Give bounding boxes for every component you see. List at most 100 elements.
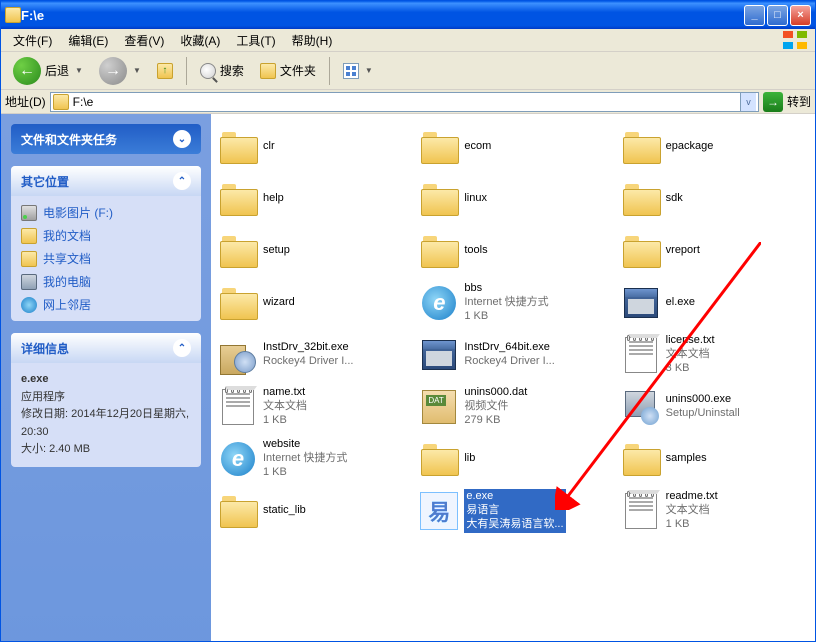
collapse-icon[interactable]: ⌃ [173,339,191,357]
link-network-label: 网上邻居 [43,296,91,313]
back-button[interactable]: ← 后退 ▼ [7,53,89,89]
up-folder-icon [157,63,173,79]
file-item[interactable]: unins000.dat视频文件279 KB [416,382,609,432]
file-item[interactable]: clr [215,122,408,172]
collapse-icon[interactable]: ⌄ [173,130,191,148]
file-label: vreport [666,244,700,258]
file-label: epackage [666,140,714,154]
file-item[interactable]: sdk [618,174,811,224]
file-item[interactable]: readme.txt文本文档1 KB [618,486,811,536]
address-path: F:\e [73,95,94,109]
link-drive[interactable]: 电影图片 (F:) [21,204,191,221]
views-dropdown-icon[interactable]: ▼ [365,66,373,75]
folder-icon [217,490,259,532]
go-label[interactable]: 转到 [787,93,811,110]
minimize-button[interactable]: _ [744,5,765,26]
titlebar[interactable]: F:\e _ □ × [1,1,815,29]
file-item[interactable]: 易e.exe易语言大有吴涛易语言软... [416,486,609,536]
forward-button[interactable]: → ▼ [93,53,147,89]
menu-file[interactable]: 文件(F) [5,30,60,51]
file-item[interactable]: ecom [416,122,609,172]
toolbar-separator [329,57,330,85]
file-label: help [263,192,284,206]
up-button[interactable] [151,59,179,83]
folder-icon [418,178,460,220]
file-item[interactable]: lib [416,434,609,484]
folder-icon [620,126,662,168]
link-shared-label: 共享文档 [43,250,91,267]
folder-icon [418,230,460,272]
folders-button[interactable]: 文件夹 [254,58,322,83]
back-dropdown-icon[interactable]: ▼ [75,66,83,75]
file-label: license.txt文本文档3 KB [666,334,715,375]
maximize-button[interactable]: □ [767,5,788,26]
link-drive-label: 电影图片 (F:) [43,204,113,221]
file-item[interactable]: vreport [618,226,811,276]
file-tasks-header[interactable]: 文件和文件夹任务 ⌄ [11,124,201,154]
install-icon [217,334,259,376]
file-item[interactable]: el.exe [618,278,811,328]
file-item[interactable]: static_lib [215,486,408,536]
file-item[interactable]: help [215,174,408,224]
close-button[interactable]: × [790,5,811,26]
file-item[interactable]: InstDrv_64bit.exeRockey4 Driver I... [416,330,609,380]
network-icon [21,297,37,313]
addressbar: 地址(D) F:\e v → 转到 [1,90,815,114]
link-network[interactable]: 网上邻居 [21,296,191,313]
file-label: readme.txt文本文档1 KB [666,490,718,531]
file-item[interactable]: tools [416,226,609,276]
views-button[interactable]: ▼ [337,59,379,83]
back-arrow-icon: ← [13,57,41,85]
file-label: ecom [464,140,491,154]
menu-help[interactable]: 帮助(H) [284,30,341,51]
address-dropdown-icon[interactable]: v [740,93,756,111]
link-mycomputer[interactable]: 我的电脑 [21,273,191,290]
file-list[interactable]: clr ecom epackage help linuxsdk setuptools vre… [211,114,815,641]
menu-view[interactable]: 查看(V) [116,30,172,51]
window-title: F:\e [21,8,44,23]
file-item[interactable]: bbsInternet 快捷方式1 KB [416,278,609,328]
details-modified: 修改日期: 2014年12月20日星期六, 20:30 [21,406,191,441]
address-field[interactable]: F:\e v [50,92,759,112]
details-header[interactable]: 详细信息 ⌃ [11,333,201,363]
details-filetype: 应用程序 [21,389,191,407]
search-button[interactable]: 搜索 [194,58,250,83]
windows-logo-icon [775,29,815,51]
menu-edit[interactable]: 编辑(E) [60,30,116,51]
shared-icon [21,251,37,267]
file-item[interactable]: setup [215,226,408,276]
file-label: lib [464,452,475,466]
folder-icon [418,126,460,168]
address-folder-icon [53,94,69,110]
forward-dropdown-icon[interactable]: ▼ [133,66,141,75]
link-mycomputer-label: 我的电脑 [43,273,91,290]
folder-icon [217,282,259,324]
go-button[interactable]: → [763,92,783,112]
folders-icon [260,63,276,79]
file-label: e.exe易语言大有吴涛易语言软... [464,489,565,532]
file-item[interactable]: InstDrv_32bit.exeRockey4 Driver I... [215,330,408,380]
menu-tools[interactable]: 工具(T) [228,30,283,51]
other-places-title: 其它位置 [21,173,69,190]
file-item[interactable]: epackage [618,122,811,172]
explorer-window: F:\e _ □ × 文件(F) 编辑(E) 查看(V) 收藏(A) 工具(T)… [0,0,816,642]
folder-icon [217,178,259,220]
file-tasks-panel: 文件和文件夹任务 ⌄ [11,124,201,154]
other-places-header[interactable]: 其它位置 ⌃ [11,166,201,196]
collapse-icon[interactable]: ⌃ [173,172,191,190]
ie-icon [418,282,460,324]
link-mydocuments[interactable]: 我的文档 [21,227,191,244]
file-item[interactable]: linux [416,174,609,224]
menu-favorites[interactable]: 收藏(A) [172,30,228,51]
link-shared[interactable]: 共享文档 [21,250,191,267]
file-item[interactable]: license.txt文本文档3 KB [618,330,811,380]
details-filename: e.exe [21,371,191,389]
folder-icon [620,178,662,220]
file-item[interactable]: websiteInternet 快捷方式1 KB [215,434,408,484]
toolbar: ← 后退 ▼ → ▼ 搜索 文件夹 ▼ [1,52,815,90]
file-item[interactable]: samples [618,434,811,484]
file-item[interactable]: wizard [215,278,408,328]
file-label: static_lib [263,504,306,518]
file-item[interactable]: unins000.exeSetup/Uninstall [618,382,811,432]
file-item[interactable]: name.txt文本文档1 KB [215,382,408,432]
